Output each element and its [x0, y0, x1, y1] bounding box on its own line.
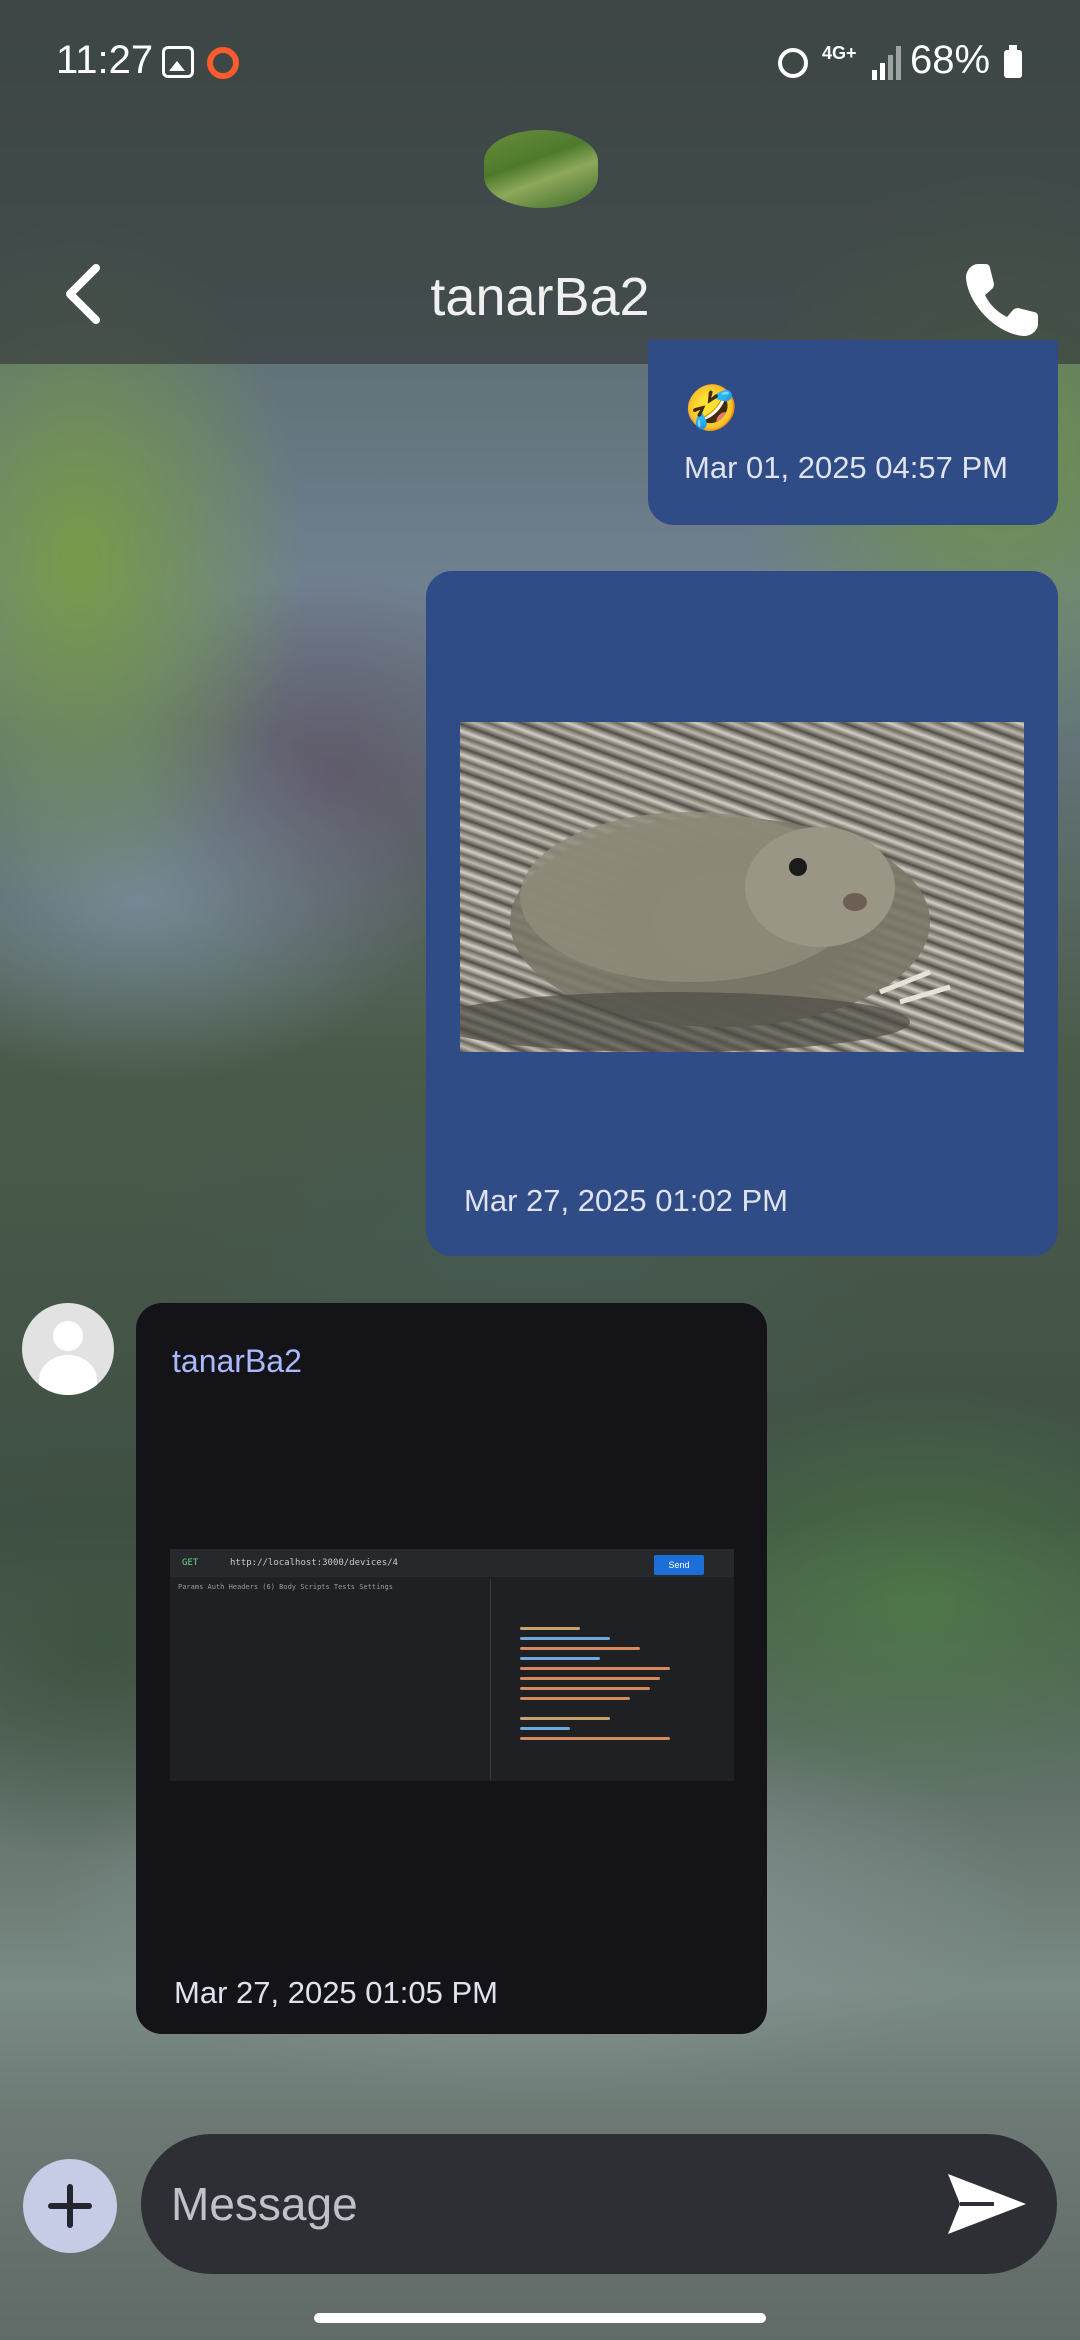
home-indicator[interactable] — [314, 2313, 766, 2323]
record-icon — [207, 47, 239, 79]
sender-avatar[interactable] — [22, 1303, 114, 1395]
message-timestamp: Mar 27, 2025 01:05 PM — [174, 1975, 498, 2010]
status-time: 11:27 — [56, 38, 154, 82]
message-timestamp: Mar 01, 2025 04:57 PM — [684, 450, 1008, 485]
add-attachment-button[interactable] — [23, 2159, 117, 2253]
message-image[interactable]: GET http://localhost:3000/devices/4 Send… — [170, 1549, 734, 1781]
message-bubble-outgoing[interactable]: 🤣 Mar 01, 2025 04:57 PM — [648, 340, 1058, 525]
battery-icon — [1004, 45, 1022, 78]
gallery-icon — [162, 46, 194, 78]
status-bar: 11:27 4G+ 68% — [0, 0, 1080, 130]
request-send: Send — [654, 1555, 704, 1575]
request-method: GET — [182, 1558, 199, 1568]
signal-icon — [872, 46, 901, 80]
network-type: 4G+ — [822, 43, 857, 63]
sender-name: tanarBa2 — [172, 1343, 302, 1379]
message-bubble-incoming[interactable]: tanarBa2 GET http://localhost:3000/devic… — [136, 1303, 767, 2034]
request-url: http://localhost:3000/devices/4 — [230, 1558, 398, 1568]
message-timestamp: Mar 27, 2025 01:02 PM — [464, 1183, 788, 1218]
message-bubble-outgoing[interactable]: Mar 27, 2025 01:02 PM — [426, 571, 1058, 1256]
contact-avatar[interactable] — [484, 130, 598, 208]
message-emoji: 🤣 — [684, 384, 739, 433]
message-input[interactable] — [141, 2134, 1057, 2274]
message-image[interactable] — [460, 722, 1024, 1052]
battery-percentage: 68% — [910, 38, 991, 82]
request-tabs: Params Auth Headers (6) Body Scripts Tes… — [178, 1583, 393, 1591]
chat-title: tanarBa2 — [430, 267, 650, 327]
phone-icon[interactable] — [962, 260, 1042, 340]
alarm-icon — [778, 48, 808, 78]
send-icon[interactable] — [944, 2170, 1030, 2238]
